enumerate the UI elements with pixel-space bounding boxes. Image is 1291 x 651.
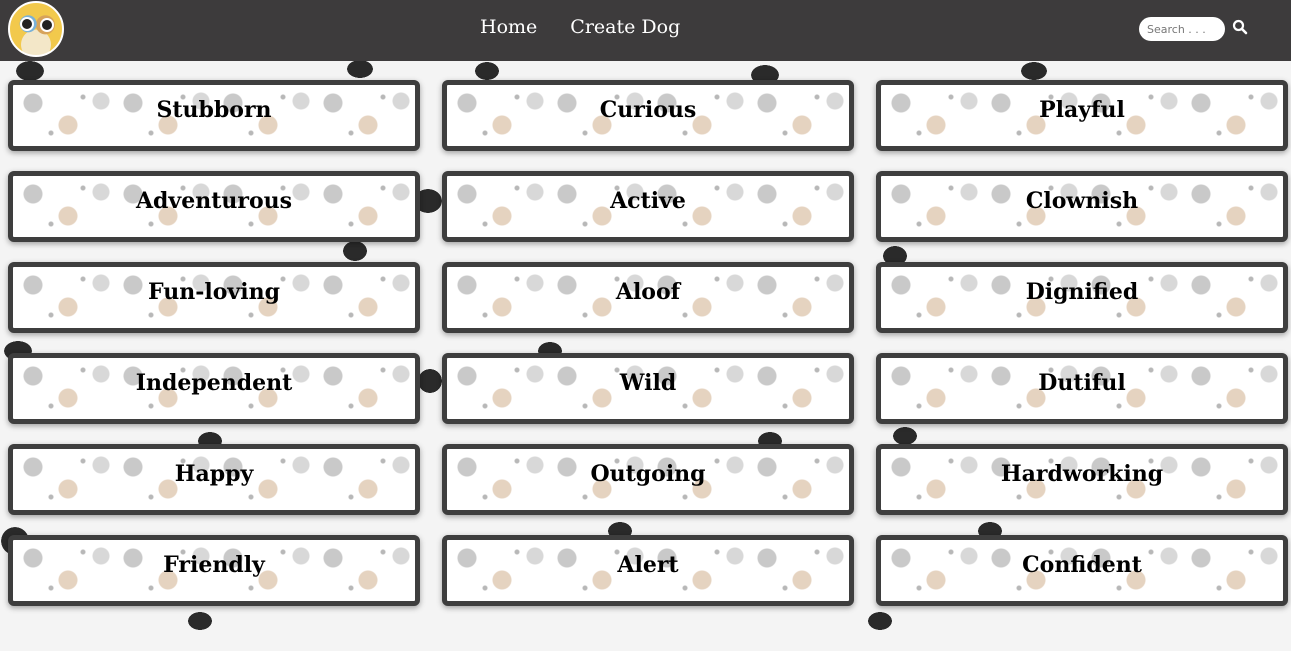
- temperament-card[interactable]: Happy: [8, 444, 420, 515]
- temperament-card[interactable]: Wild: [442, 353, 854, 424]
- temperament-card[interactable]: Hardworking: [876, 444, 1288, 515]
- temperament-card[interactable]: Adventurous: [8, 171, 420, 242]
- temperament-card[interactable]: Clownish: [876, 171, 1288, 242]
- temperament-label: Adventurous: [135, 187, 293, 214]
- temperament-card[interactable]: Independent: [8, 353, 420, 424]
- temperament-label: Outgoing: [590, 460, 706, 487]
- temperament-label: Hardworking: [1000, 460, 1164, 487]
- temperament-card[interactable]: Fun-loving: [8, 262, 420, 333]
- temperament-list-area: Stubborn Curious Playful Adventurous Active C…: [0, 61, 1291, 651]
- temperament-label: Stubborn: [156, 96, 272, 123]
- temperament-card[interactable]: Dutiful: [876, 353, 1288, 424]
- temperament-label: Wild: [619, 369, 677, 396]
- temperament-card[interactable]: Curious: [442, 80, 854, 151]
- logo-eye-left: [20, 17, 34, 31]
- temperament-label: Aloof: [615, 278, 681, 305]
- temperament-label: Active: [610, 187, 686, 214]
- temperament-card[interactable]: Dignified: [876, 262, 1288, 333]
- temperament-label: Curious: [599, 96, 697, 123]
- temperament-label: Playful: [1039, 96, 1125, 123]
- search-icon[interactable]: [1231, 18, 1249, 36]
- temperament-card[interactable]: Outgoing: [442, 444, 854, 515]
- temperament-label: Fun-loving: [148, 278, 280, 305]
- temperament-card[interactable]: Active: [442, 171, 854, 242]
- temperament-card[interactable]: Aloof: [442, 262, 854, 333]
- navbar: Home Create Dog: [0, 0, 1291, 61]
- temperament-label: Dutiful: [1038, 369, 1126, 396]
- temperament-label: Dignified: [1025, 278, 1139, 305]
- logo-eye-right: [40, 18, 54, 32]
- temperament-label: Independent: [135, 369, 293, 396]
- temperament-card[interactable]: Stubborn: [8, 80, 420, 151]
- temperament-card[interactable]: Friendly: [8, 535, 420, 606]
- temperament-label: Alert: [617, 551, 679, 578]
- nav-link-create-dog[interactable]: Create Dog: [570, 16, 680, 38]
- temperament-label: Confident: [1022, 551, 1142, 578]
- dog-logo-icon[interactable]: [8, 1, 64, 57]
- temperament-grid: Stubborn Curious Playful Adventurous Active C…: [8, 80, 1288, 606]
- temperament-label: Friendly: [163, 551, 265, 578]
- nav-links: Home Create Dog: [480, 16, 680, 38]
- search-input[interactable]: [1139, 17, 1225, 41]
- nav-link-home[interactable]: Home: [480, 16, 537, 38]
- temperament-label: Clownish: [1025, 187, 1139, 214]
- temperament-card[interactable]: Alert: [442, 535, 854, 606]
- temperament-card[interactable]: Confident: [876, 535, 1288, 606]
- temperament-card[interactable]: Playful: [876, 80, 1288, 151]
- temperament-label: Happy: [174, 460, 254, 487]
